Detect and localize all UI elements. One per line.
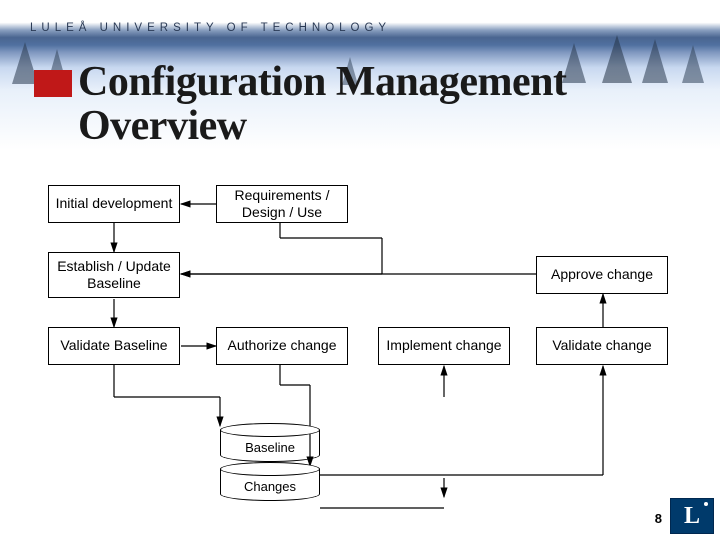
title-area: Configuration Management Overview: [34, 60, 522, 148]
logo-dot: [704, 502, 708, 506]
title-line-1: Configuration Management: [78, 59, 566, 105]
university-name: LULEÅ UNIVERSITY OF TECHNOLOGY: [30, 22, 391, 34]
logo-letter: L: [684, 503, 700, 530]
cylinder-top: [220, 462, 320, 476]
university-logo: L: [670, 498, 714, 534]
arrows-layer: [0, 170, 720, 540]
page-number: 8: [655, 511, 662, 526]
diagram: Initial development Requirements / Desig…: [0, 170, 720, 540]
slide-title: Configuration Management Overview: [78, 60, 566, 148]
cylinder-top: [220, 423, 320, 437]
title-accent-box: [34, 70, 72, 97]
title-line-2: Overview: [78, 103, 247, 149]
